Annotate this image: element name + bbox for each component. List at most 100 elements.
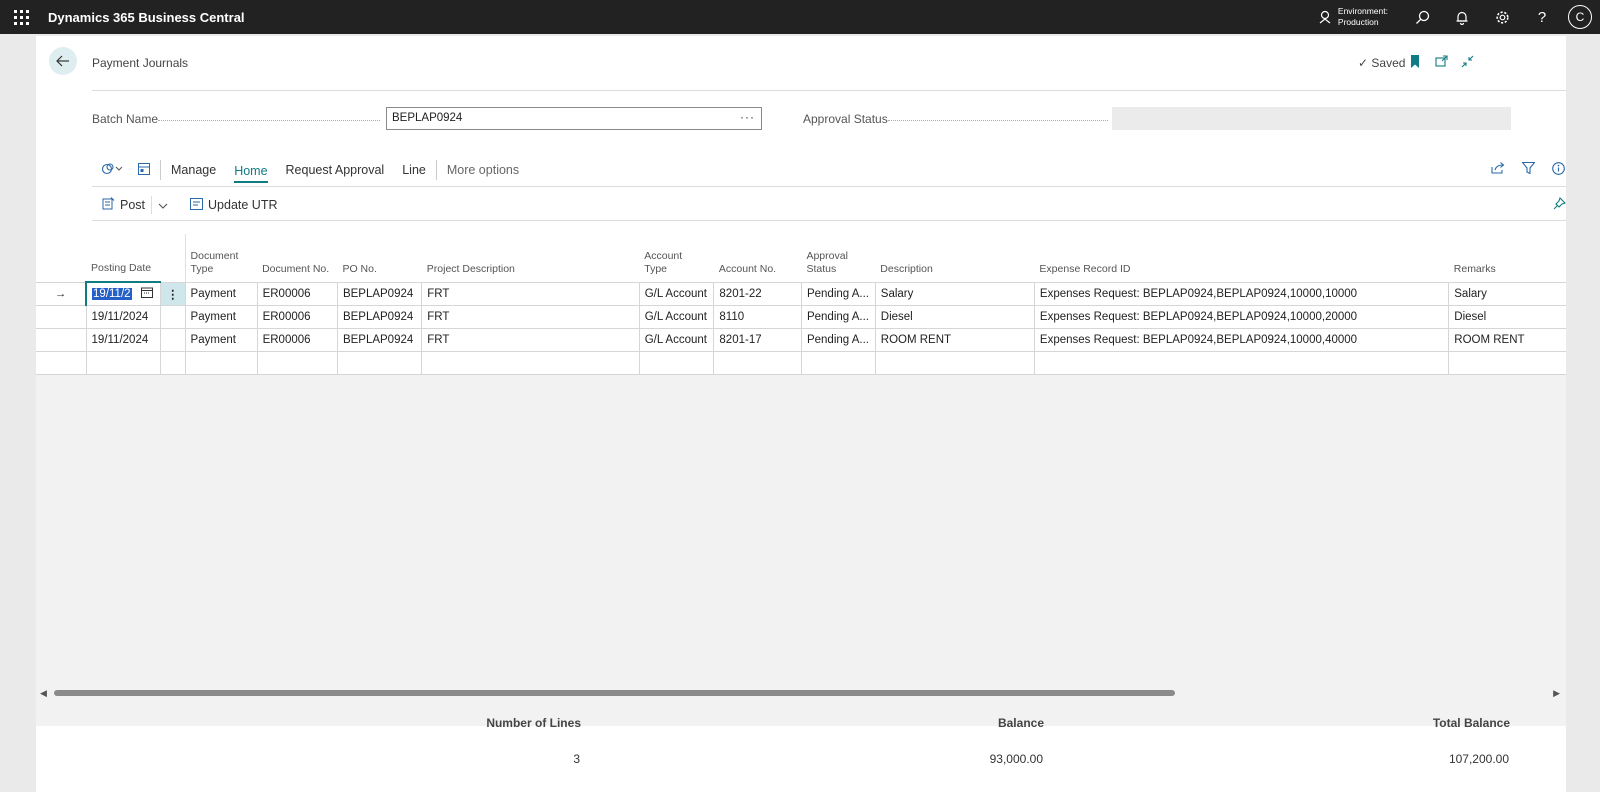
header-description[interactable]: Description (875, 234, 1035, 283)
copilot-icon[interactable] (101, 162, 124, 178)
open-new-icon[interactable] (1432, 52, 1450, 70)
account-no-cell[interactable]: 8201-22 (713, 282, 802, 306)
help-icon[interactable]: ? (1522, 0, 1562, 34)
remarks-cell[interactable]: Salary (1448, 282, 1566, 306)
environment-indicator[interactable]: Environment: Production (1318, 6, 1388, 28)
account-no-cell[interactable]: 8110 (713, 305, 802, 329)
update-utr-button[interactable]: Update UTR (190, 197, 278, 213)
gear-icon[interactable] (1482, 0, 1522, 34)
lookup-ellipsis-icon[interactable]: ··· (740, 110, 755, 124)
expense-record-link[interactable]: Expenses Request: BEPLAP0924,BEPLAP0924,… (1034, 282, 1450, 306)
update-utr-icon (190, 197, 204, 213)
header-approval-status[interactable]: Approval Status (801, 234, 876, 283)
share-icon[interactable] (1490, 160, 1506, 176)
project-description-cell[interactable]: FRT (421, 328, 640, 352)
menu-manage[interactable]: Manage (171, 157, 216, 183)
project-description-cell[interactable]: FRT (421, 282, 640, 306)
header-posting-date[interactable]: Posting Date (86, 234, 186, 283)
scroll-right-icon[interactable]: ▶ (1553, 688, 1560, 699)
grid-empty-area (36, 374, 1566, 726)
account-type-cell[interactable] (639, 351, 715, 375)
bookmark-icon[interactable] (1406, 52, 1424, 70)
po-no-cell[interactable]: BEPLAP0924 (337, 305, 423, 329)
header-project-description[interactable]: Project Description (421, 234, 640, 283)
table-row[interactable]: 19/11/2024 Payment ER00006 BEPLAP0924 FR… (36, 328, 1566, 352)
document-type-cell[interactable]: Payment (185, 282, 258, 306)
header-remarks[interactable]: Remarks (1448, 234, 1566, 283)
description-cell[interactable]: Salary (875, 282, 1035, 306)
bell-icon[interactable] (1442, 0, 1482, 34)
back-arrow-icon[interactable] (49, 47, 77, 75)
account-type-cell[interactable]: G/L Account (639, 328, 715, 352)
document-no-cell[interactable] (257, 351, 338, 375)
document-type-cell[interactable]: Payment (185, 305, 258, 329)
account-type-cell[interactable]: G/L Account (639, 282, 715, 306)
table-row[interactable]: → 19/11/2 ⋮ Payment ER00006 BEPLAP0924 F… (36, 281, 1566, 306)
description-cell[interactable]: Diesel (875, 305, 1035, 329)
info-icon[interactable] (1550, 160, 1566, 176)
scroll-left-icon[interactable]: ◀ (40, 688, 47, 699)
document-no-cell[interactable]: ER00006 (257, 328, 338, 352)
posting-date-cell[interactable]: 19/11/2 (85, 281, 162, 306)
row-menu-icon[interactable]: ⋮ (160, 282, 186, 306)
batch-name-label: Batch Name (92, 112, 159, 126)
project-description-cell[interactable]: FRT (421, 305, 640, 329)
row-menu-cell[interactable] (160, 328, 186, 352)
expense-record-link[interactable]: Expenses Request: BEPLAP0924,BEPLAP0924,… (1034, 305, 1450, 329)
app-title[interactable]: Dynamics 365 Business Central (48, 10, 245, 25)
po-no-cell[interactable] (337, 351, 423, 375)
horizontal-scrollbar[interactable]: ◀ ▶ (36, 686, 1566, 700)
menu-request-approval[interactable]: Request Approval (286, 157, 385, 183)
post-button[interactable]: Post (102, 197, 145, 213)
journal-lines-table: Posting Date Document Type Document No. P… (36, 234, 1566, 375)
avatar[interactable]: C (1568, 5, 1592, 29)
row-menu-cell[interactable] (160, 351, 186, 375)
table-row[interactable]: 19/11/2024 Payment ER00006 BEPLAP0924 FR… (36, 305, 1566, 329)
header-account-no[interactable]: Account No. (713, 234, 802, 283)
expense-record-cell[interactable] (1034, 351, 1450, 375)
header-expense-record-id[interactable]: Expense Record ID (1034, 234, 1449, 283)
header-document-no[interactable]: Document No. (257, 234, 338, 283)
search-icon[interactable] (1402, 0, 1442, 34)
account-no-cell[interactable] (713, 351, 802, 375)
calendar-icon[interactable] (140, 287, 153, 301)
project-description-cell[interactable] (421, 351, 640, 375)
document-no-cell[interactable]: ER00006 (257, 282, 338, 306)
remarks-cell[interactable]: ROOM RENT (1448, 328, 1566, 352)
remarks-cell[interactable] (1448, 351, 1566, 375)
menu-line[interactable]: Line (402, 157, 426, 183)
po-no-cell[interactable]: BEPLAP0924 (337, 282, 423, 306)
post-dropdown-chevron-down-icon[interactable] (158, 198, 168, 212)
header-document-type[interactable]: Document Type (184, 234, 258, 283)
posting-date-input[interactable]: 19/11/2 (92, 287, 132, 300)
filter-icon[interactable] (1520, 160, 1536, 176)
expense-record-link[interactable]: Expenses Request: BEPLAP0924,BEPLAP0924,… (1034, 328, 1450, 352)
header-po-no[interactable]: PO No. (337, 234, 422, 283)
account-type-cell[interactable]: G/L Account (639, 305, 715, 329)
po-no-cell[interactable]: BEPLAP0924 (337, 328, 423, 352)
row-menu-cell[interactable] (160, 305, 186, 329)
posting-date-cell[interactable]: 19/11/2024 (86, 328, 162, 352)
collapse-icon[interactable] (1458, 52, 1476, 70)
page-title: Payment Journals (92, 56, 189, 70)
pin-icon[interactable] (1553, 196, 1567, 213)
menu-more-options[interactable]: More options (447, 157, 519, 183)
posting-date-cell[interactable]: 19/11/2024 (86, 305, 162, 329)
page-icon[interactable] (138, 162, 150, 178)
action-bar: Manage Home Request Approval Line More o… (92, 154, 1566, 186)
waffle-icon[interactable] (0, 0, 42, 34)
approval-status-cell: Pending A... (801, 282, 876, 306)
document-type-cell[interactable] (185, 351, 258, 375)
description-cell[interactable]: ROOM RENT (875, 328, 1035, 352)
menu-home[interactable]: Home (234, 158, 268, 183)
document-no-cell[interactable]: ER00006 (257, 305, 338, 329)
batch-name-field[interactable]: BEPLAP0924 ··· (386, 107, 762, 130)
table-row-empty[interactable] (36, 351, 1566, 375)
scrollbar-thumb[interactable] (54, 690, 1175, 696)
document-type-cell[interactable]: Payment (185, 328, 258, 352)
account-no-cell[interactable]: 8201-17 (713, 328, 802, 352)
posting-date-cell[interactable] (86, 351, 162, 375)
remarks-cell[interactable]: Diesel (1448, 305, 1566, 329)
header-account-type[interactable]: Account Type (639, 234, 714, 283)
description-cell[interactable] (875, 351, 1035, 375)
